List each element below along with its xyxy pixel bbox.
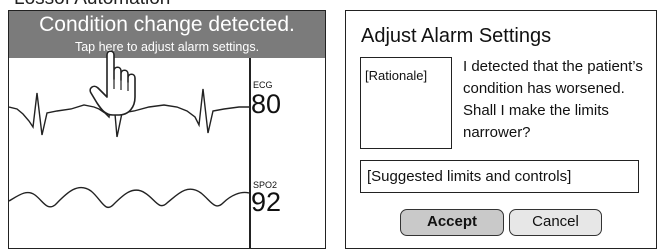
vitals-divider bbox=[249, 58, 251, 248]
accept-button[interactable]: Accept bbox=[400, 209, 504, 236]
page-heading: Lossof Automation bbox=[14, 0, 170, 10]
suggested-limits-panel[interactable]: [Suggested limits and controls] bbox=[360, 160, 639, 193]
adjust-alarm-dialog: Adjust Alarm Settings [Rationale] I dete… bbox=[345, 10, 657, 249]
condition-alert-banner[interactable]: Condition change detected. Tap here to a… bbox=[9, 11, 325, 58]
dialog-title: Adjust Alarm Settings bbox=[361, 25, 552, 47]
spo2-waveform bbox=[9, 186, 249, 209]
suggested-limits-placeholder: [Suggested limits and controls] bbox=[367, 168, 572, 185]
alert-subtitle: Tap here to adjust alarm settings. bbox=[74, 40, 260, 54]
rationale-box: [Rationale] bbox=[360, 57, 452, 149]
alert-title: Condition change detected. bbox=[39, 13, 295, 36]
rationale-placeholder: [Rationale] bbox=[365, 68, 428, 83]
dialog-message: I detected that the patient’s condition … bbox=[463, 58, 643, 141]
spo2-value: 92 bbox=[251, 187, 282, 217]
ecg-value: 80 bbox=[251, 89, 282, 119]
patient-monitor: Condition change detected. Tap here to a… bbox=[8, 10, 326, 249]
cancel-button[interactable]: Cancel bbox=[509, 209, 602, 236]
hand-pointer-icon bbox=[89, 50, 136, 116]
